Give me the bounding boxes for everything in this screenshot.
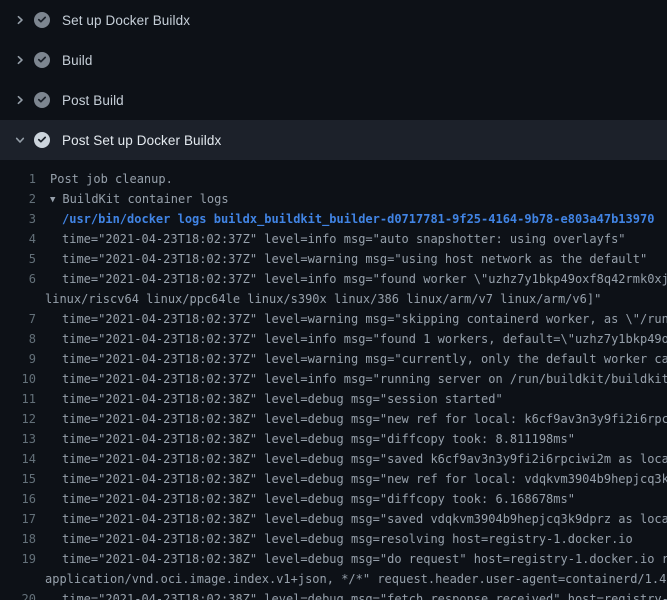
log-line: 10 time="2021-04-23T18:02:37Z" level=inf…: [0, 369, 667, 389]
log-line-text: time="2021-04-23T18:02:38Z" level=debug …: [62, 509, 667, 529]
log-line-text: Post job cleanup.: [50, 169, 173, 189]
log-line: 11 time="2021-04-23T18:02:38Z" level=deb…: [0, 389, 667, 409]
log-line-number[interactable]: 18: [0, 529, 36, 549]
log-line: 1 Post job cleanup.: [0, 169, 667, 189]
log-line-number[interactable]: 20: [0, 589, 36, 600]
log-line-number[interactable]: [0, 569, 36, 589]
log-line-text: time="2021-04-23T18:02:37Z" level=warnin…: [62, 249, 647, 269]
log-line: 12 time="2021-04-23T18:02:38Z" level=deb…: [0, 409, 667, 429]
log-line-text: time="2021-04-23T18:02:38Z" level=debug …: [62, 549, 667, 569]
check-circle-icon: [34, 132, 50, 148]
log-line-text: time="2021-04-23T18:02:38Z" level=debug …: [62, 469, 667, 489]
log-line-number[interactable]: 10: [0, 369, 36, 389]
step-title: Post Set up Docker Buildx: [62, 133, 221, 148]
log-line: 3 /usr/bin/docker logs buildx_buildkit_b…: [0, 209, 667, 229]
step-header-post-set-up-docker-buildx[interactable]: Post Set up Docker Buildx: [0, 120, 667, 160]
log-line-number[interactable]: 9: [0, 349, 36, 369]
log-line-number[interactable]: 19: [0, 549, 36, 569]
log-line-text: time="2021-04-23T18:02:37Z" level=info m…: [62, 329, 667, 349]
log-line-text: linux/riscv64 linux/ppc64le linux/s390x …: [45, 289, 601, 309]
log-command-text: /usr/bin/docker logs buildx_buildkit_bui…: [62, 209, 654, 229]
log-line: 18 time="2021-04-23T18:02:38Z" level=deb…: [0, 529, 667, 549]
log-line-text: time="2021-04-23T18:02:38Z" level=debug …: [62, 589, 667, 600]
log-line-number[interactable]: 5: [0, 249, 36, 269]
log-line: application/vnd.oci.image.index.v1+json,…: [0, 569, 667, 589]
log-line: 9 time="2021-04-23T18:02:37Z" level=warn…: [0, 349, 667, 369]
log-line: 2 ▼BuildKit container logs: [0, 189, 667, 209]
step-title: Set up Docker Buildx: [62, 13, 190, 28]
log-line: 13 time="2021-04-23T18:02:38Z" level=deb…: [0, 429, 667, 449]
log-line-number[interactable]: 14: [0, 449, 36, 469]
log-line: 8 time="2021-04-23T18:02:37Z" level=info…: [0, 329, 667, 349]
log-line-text: application/vnd.oci.image.index.v1+json,…: [45, 569, 666, 589]
log-line-number[interactable]: 13: [0, 429, 36, 449]
log-line: 16 time="2021-04-23T18:02:38Z" level=deb…: [0, 489, 667, 509]
log-line-text: time="2021-04-23T18:02:37Z" level=info m…: [62, 369, 667, 389]
step-list: Set up Docker Buildx Build P: [0, 0, 667, 160]
log-line-text: time="2021-04-23T18:02:37Z" level=info m…: [62, 269, 667, 289]
log-line-text: ▼BuildKit container logs: [50, 189, 229, 209]
log-line-text: time="2021-04-23T18:02:37Z" level=warnin…: [62, 309, 667, 329]
step-header-set-up-docker-buildx[interactable]: Set up Docker Buildx: [0, 0, 667, 40]
log-line-text: time="2021-04-23T18:02:38Z" level=debug …: [62, 409, 667, 429]
log-line: 7 time="2021-04-23T18:02:37Z" level=warn…: [0, 309, 667, 329]
step-header-build[interactable]: Build: [0, 40, 667, 80]
check-circle-icon: [34, 12, 50, 28]
log-line-number[interactable]: 15: [0, 469, 36, 489]
log-line-number[interactable]: 2: [0, 189, 36, 209]
chevron-right-icon: [12, 12, 28, 28]
log-line-text: time="2021-04-23T18:02:38Z" level=debug …: [62, 489, 575, 509]
log-line-number[interactable]: 11: [0, 389, 36, 409]
log-line: 14 time="2021-04-23T18:02:38Z" level=deb…: [0, 449, 667, 469]
log-line-number[interactable]: 1: [0, 169, 36, 189]
log-line-text: time="2021-04-23T18:02:38Z" level=debug …: [62, 389, 503, 409]
step-header-post-build[interactable]: Post Build: [0, 80, 667, 120]
step-title: Post Build: [62, 93, 124, 108]
actions-log-viewer: Set up Docker Buildx Build P: [0, 0, 667, 600]
check-circle-icon: [34, 52, 50, 68]
log-line: 20 time="2021-04-23T18:02:38Z" level=deb…: [0, 589, 667, 600]
step-title: Build: [62, 53, 93, 68]
chevron-down-icon: [12, 132, 28, 148]
log-line-text: time="2021-04-23T18:02:38Z" level=debug …: [62, 449, 667, 469]
log-line-text: time="2021-04-23T18:02:38Z" level=debug …: [62, 529, 633, 549]
log-line: 19 time="2021-04-23T18:02:38Z" level=deb…: [0, 549, 667, 569]
log-line: linux/riscv64 linux/ppc64le linux/s390x …: [0, 289, 667, 309]
log-line-text: time="2021-04-23T18:02:37Z" level=info m…: [62, 229, 626, 249]
log-line-number[interactable]: 8: [0, 329, 36, 349]
group-toggle-icon[interactable]: ▼: [50, 190, 55, 209]
log-line-number[interactable]: 16: [0, 489, 36, 509]
log-line-text: time="2021-04-23T18:02:37Z" level=warnin…: [62, 349, 667, 369]
chevron-right-icon: [12, 92, 28, 108]
log-line: 5 time="2021-04-23T18:02:37Z" level=warn…: [0, 249, 667, 269]
log-line: 4 time="2021-04-23T18:02:37Z" level=info…: [0, 229, 667, 249]
chevron-right-icon: [12, 52, 28, 68]
log-line: 6 time="2021-04-23T18:02:37Z" level=info…: [0, 269, 667, 289]
log-line: 17 time="2021-04-23T18:02:38Z" level=deb…: [0, 509, 667, 529]
log-line-text: time="2021-04-23T18:02:38Z" level=debug …: [62, 429, 575, 449]
log-line-number[interactable]: 7: [0, 309, 36, 329]
log-line-number[interactable]: 17: [0, 509, 36, 529]
log-line: 15 time="2021-04-23T18:02:38Z" level=deb…: [0, 469, 667, 489]
log-line-number[interactable]: 6: [0, 269, 36, 289]
log-line-number[interactable]: [0, 289, 36, 309]
log-line-number[interactable]: 4: [0, 229, 36, 249]
log-line-number[interactable]: 3: [0, 209, 36, 229]
check-circle-icon: [34, 92, 50, 108]
log-line-number[interactable]: 12: [0, 409, 36, 429]
log-output: 1 Post job cleanup. 2 ▼BuildKit containe…: [0, 160, 667, 600]
